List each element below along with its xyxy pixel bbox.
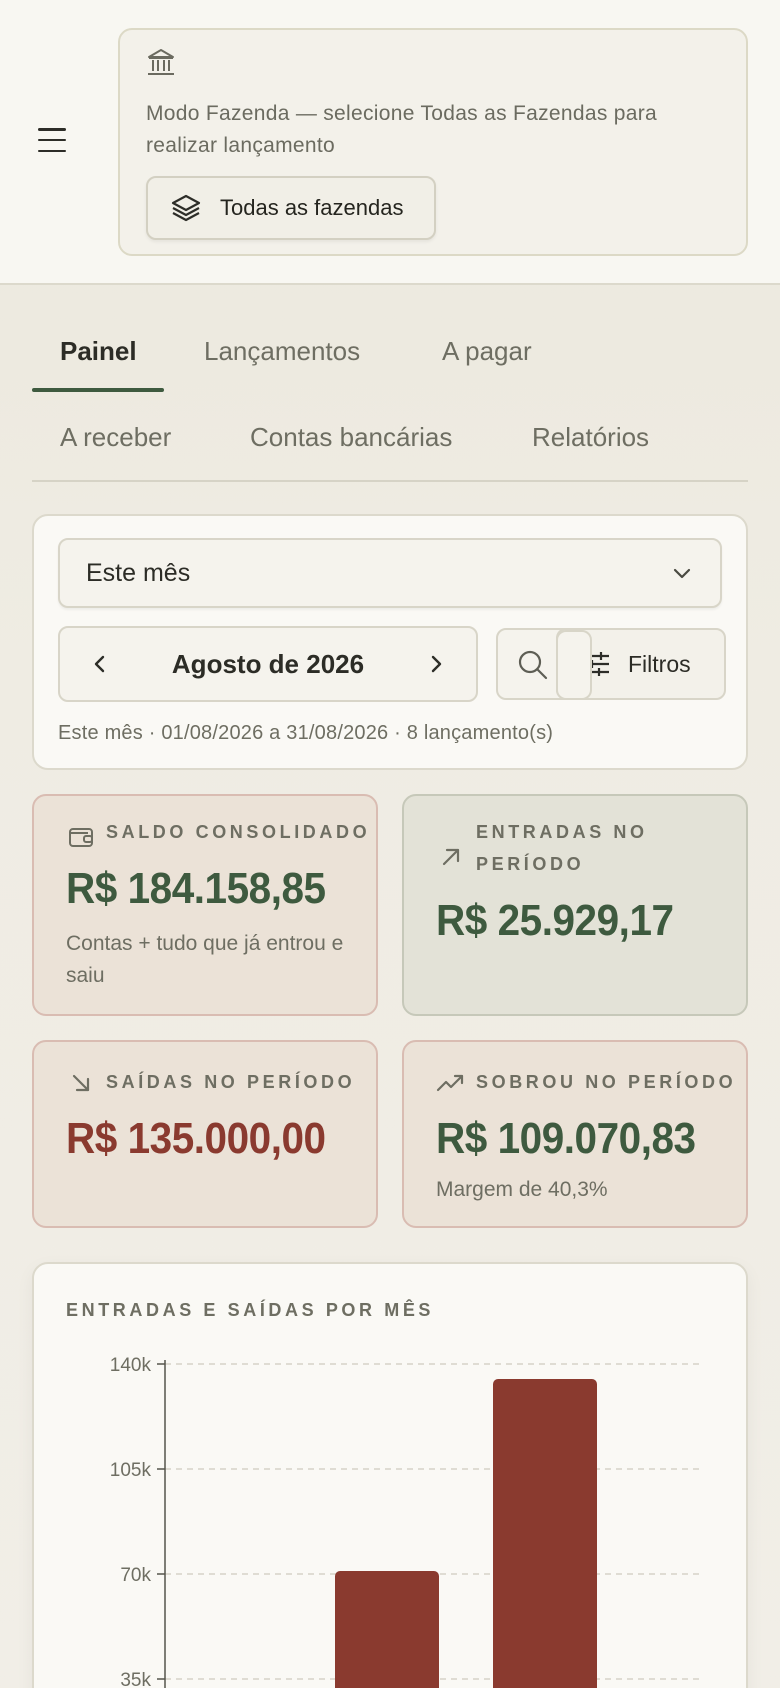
tab-lancamentos[interactable]: Lançamentos [204, 336, 360, 367]
tab-contas-bancarias[interactable]: Contas bancárias [250, 422, 452, 453]
period-summary: Este mês · 01/08/2026 a 31/08/2026 · 8 l… [58, 722, 554, 744]
chevron-right-icon [431, 655, 442, 673]
farm-mode-card: Modo Fazenda — selecione Todas as Fazend… [118, 28, 748, 256]
kpi-sobrou-label: SOBROU NO PERÍODO [476, 1072, 737, 1092]
chart-card: ENTRADAS E SAÍDAS POR MÊS 140k 105k 70k 35k [32, 1262, 748, 1688]
y-tick-label: 70k [120, 1565, 151, 1586]
kpi-entradas-value: R$ 25.929,17 [436, 896, 674, 945]
expense-bar [335, 1571, 439, 1688]
all-farms-button[interactable]: Todas as fazendas [146, 176, 436, 240]
hamburger-icon[interactable] [38, 128, 66, 152]
kpi-sobrou-card: SOBROU NO PERÍODO R$ 109.070,83 Margem d… [402, 1040, 748, 1228]
tab-bar: Painel Lançamentos A pagar A receber Con… [32, 310, 748, 482]
tab-a-pagar[interactable]: A pagar [442, 336, 532, 367]
arrow-up-right-icon [442, 848, 460, 866]
chevron-down-icon [673, 568, 691, 579]
layers-icon [171, 194, 201, 222]
active-tab-indicator [32, 388, 164, 392]
filter-card: Este mês Agosto de 2026 Filtros Este mês… [32, 514, 748, 770]
kpi-saidas-label: SAÍDAS NO PERÍODO [106, 1072, 356, 1092]
chevron-left-icon [94, 655, 105, 673]
bank-icon [148, 49, 174, 75]
tab-painel[interactable]: Painel [60, 336, 137, 367]
kpi-sobrou-value: R$ 109.070,83 [436, 1114, 696, 1163]
top-bar: Modo Fazenda — selecione Todas as Fazend… [0, 0, 780, 285]
month-navigator: Agosto de 2026 [58, 626, 478, 702]
kpi-saldo-value: R$ 184.158,85 [66, 864, 326, 913]
y-tick-label: 35k [120, 1670, 151, 1688]
kpi-saldo-label: SALDO CONSOLIDADO [106, 822, 371, 842]
tab-a-receber[interactable]: A receber [60, 422, 171, 453]
search-icon[interactable] [516, 648, 550, 682]
kpi-saldo-card: SALDO CONSOLIDADO R$ 184.158,85 Contas +… [32, 794, 378, 1016]
filters-button-label: Filtros [628, 650, 691, 677]
kpi-entradas-card: ENTRADAS NO PERÍODO R$ 25.929,17 [402, 794, 748, 1016]
period-select-value: Este mês [86, 558, 191, 587]
next-month-button[interactable] [418, 646, 454, 682]
farm-mode-message: Modo Fazenda — selecione Todas as Fazend… [146, 102, 658, 157]
kpi-entradas-label: ENTRADAS NO PERÍODO [476, 822, 648, 874]
period-select[interactable]: Este mês [58, 538, 722, 608]
bar-chart: 140k 105k 70k 35k [110, 1355, 704, 1688]
month-label: Agosto de 2026 [171, 648, 365, 679]
search-filter-group: Filtros [496, 628, 726, 700]
kpi-saidas-value: R$ 135.000,00 [66, 1114, 326, 1163]
prev-month-button[interactable] [82, 646, 118, 682]
wallet-icon [69, 828, 93, 847]
kpi-saldo-sub: Contas + tudo que já entrou e saiu [66, 932, 344, 987]
kpi-saidas-card: SAÍDAS NO PERÍODO R$ 135.000,00 [32, 1040, 378, 1228]
tab-relatorios[interactable]: Relatórios [532, 422, 649, 453]
y-tick-label: 140k [110, 1355, 152, 1376]
all-farms-button-label: Todas as fazendas [220, 195, 404, 220]
y-tick-label: 105k [110, 1460, 152, 1481]
trending-up-icon [436, 1074, 464, 1092]
kpi-sobrou-sub: Margem de 40,3% [436, 1178, 608, 1201]
expense-bar [493, 1379, 597, 1688]
arrow-down-right-icon [72, 1074, 90, 1092]
drag-handle[interactable] [556, 630, 592, 700]
